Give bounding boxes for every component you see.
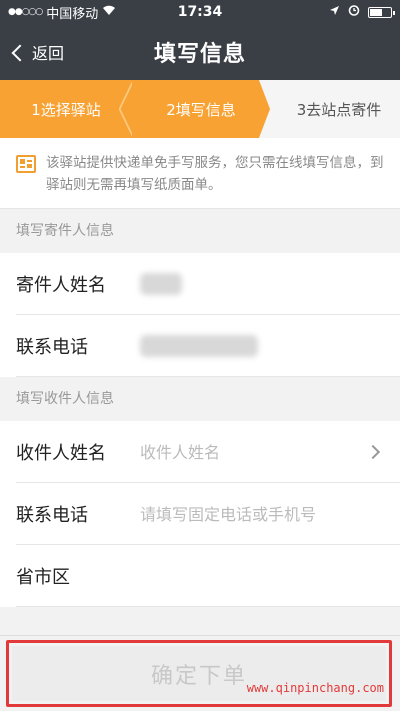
region-label: 省市区 (16, 567, 70, 588)
notice-text: 该驿站提供快递单免手写服务，您只需在线填写信息，到驿站则无需再填写纸质面单。 (46, 155, 384, 193)
location-arrow-icon (329, 5, 340, 20)
battery-icon (368, 6, 395, 18)
sender-name-row[interactable]: 寄件人姓名 (0, 253, 400, 315)
step-progress: 1选择驿站 2填写信息 3去站点寄件 (0, 80, 400, 138)
step-select-station: 1选择驿站 (0, 80, 133, 138)
receiver-name-input[interactable] (140, 442, 368, 462)
sender-phone-value[interactable] (140, 335, 400, 357)
form-icon (16, 155, 36, 173)
back-label: 返回 (32, 44, 65, 63)
step-label: 3去站点寄件 (296, 100, 382, 119)
bottom-bar: 确定下单 www.qinpinchang.com (0, 635, 400, 711)
receiver-name-row[interactable]: 收件人姓名 (0, 421, 400, 483)
step-label: 1选择驿站 (31, 100, 101, 119)
sender-name-label: 寄件人姓名 (16, 275, 106, 296)
receiver-phone-input[interactable] (140, 504, 400, 524)
receiver-region-row[interactable]: 省市区 (0, 545, 400, 607)
receiver-phone-label: 联系电话 (16, 505, 88, 526)
chevron-right-icon[interactable] (365, 444, 381, 460)
alarm-clock-icon (348, 4, 360, 20)
sender-phone-label: 联系电话 (16, 337, 88, 358)
step-fill-info: 2填写信息 (132, 80, 270, 138)
back-button[interactable]: 返回 (0, 40, 64, 64)
step-label: 2填写信息 (166, 100, 236, 119)
redacted-text (140, 273, 182, 295)
sender-section-title: 填写寄件人信息 (0, 209, 400, 253)
watermark-text: www.qinpinchang.com (246, 681, 384, 695)
receiver-section-title: 填写收件人信息 (0, 377, 400, 421)
receiver-name-value[interactable] (140, 442, 368, 462)
carrier-name: 中国移动 (46, 6, 99, 22)
receiver-name-label: 收件人姓名 (16, 443, 106, 464)
receiver-phone-value[interactable] (140, 504, 400, 524)
sender-name-value[interactable] (140, 273, 400, 295)
step-send-at-station: 3去站点寄件 (270, 80, 400, 138)
signal-strength: ●●○○○ (8, 7, 43, 17)
receiver-phone-row[interactable]: 联系电话 (0, 483, 400, 545)
notice-banner: 该驿站提供快递单免手写服务，您只需在线填写信息，到驿站则无需再填写纸质面单。 (0, 138, 400, 209)
sender-phone-row[interactable]: 联系电话 (0, 315, 400, 377)
status-bar: ●●○○○ 中国移动 17:34 (0, 0, 400, 24)
status-left: ●●○○○ 中国移动 (8, 3, 116, 22)
status-right (329, 4, 395, 20)
nav-bar: 返回 填写信息 (0, 24, 400, 80)
wifi-icon (102, 5, 116, 20)
redacted-text (140, 335, 258, 357)
chevron-left-icon (11, 44, 29, 61)
